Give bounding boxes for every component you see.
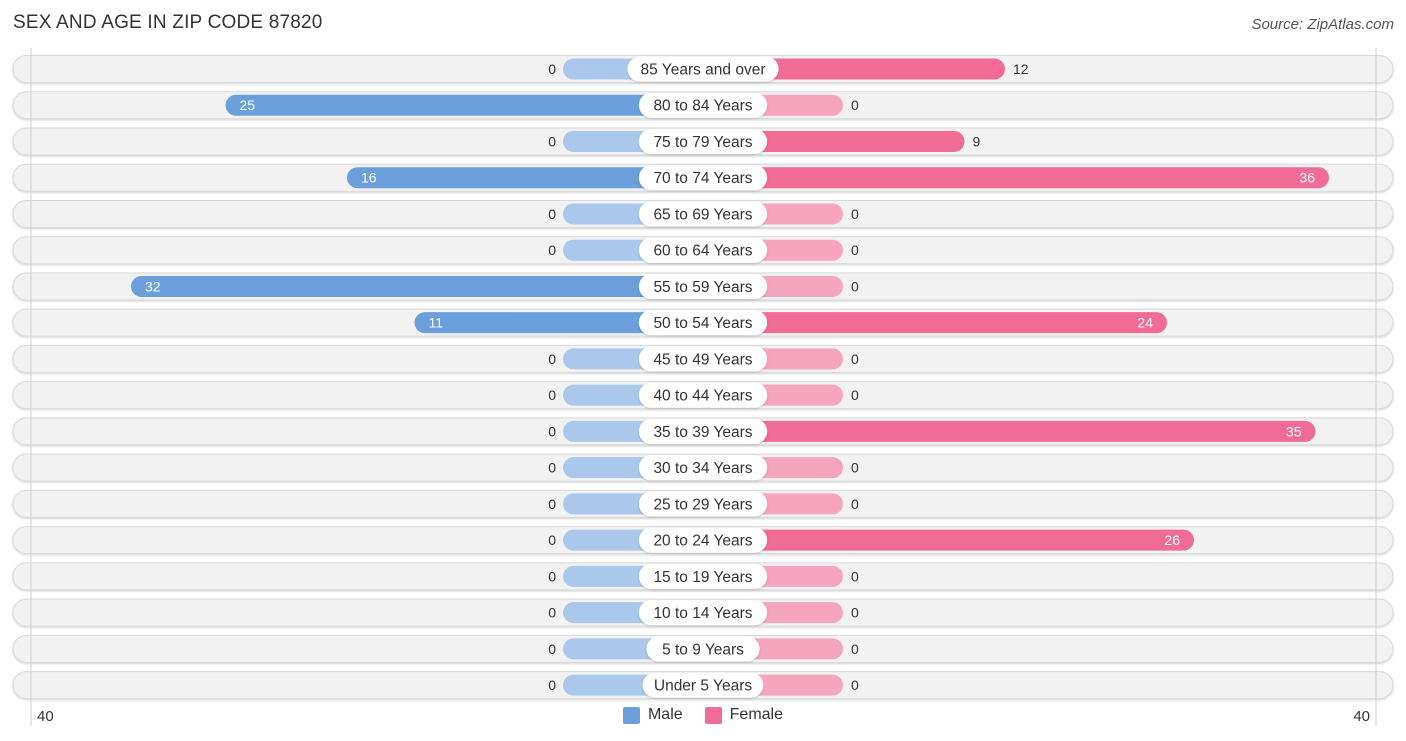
category-label: Under 5 Years [654,678,752,695]
legend-label-male: Male [647,706,683,723]
category-label: 30 to 34 Years [653,460,752,477]
female-value-label: 0 [851,242,859,258]
legend-label-female: Female [729,706,784,723]
male-value-label: 0 [548,133,556,149]
male-bar [131,275,703,297]
female-value-label: 0 [851,605,859,621]
male-value-label: 0 [548,568,556,584]
legend-swatch-female [704,706,722,724]
category-label: 80 to 84 Years [653,98,752,115]
category-label: 20 to 24 Years [653,533,752,550]
female-value-label: 0 [851,641,859,657]
female-value-label: 9 [973,133,981,149]
male-value-label: 16 [361,170,377,186]
female-value-label: 0 [851,677,859,693]
category-label: 5 to 9 Years [662,641,744,658]
female-value-label: 0 [851,568,859,584]
legend-swatch-male [622,706,640,724]
female-value-label: 0 [851,387,859,403]
male-value-label: 0 [548,605,556,621]
female-bar [703,420,1316,442]
male-value-label: 0 [548,496,556,512]
male-value-label: 0 [548,460,556,476]
male-value-label: 0 [548,532,556,548]
male-value-label: 11 [429,315,444,331]
female-value-label: 0 [851,460,859,476]
male-value-label: 25 [240,97,256,113]
female-value-label: 0 [851,496,859,512]
female-bar [703,167,1329,189]
male-value-label: 0 [548,351,556,367]
population-pyramid-chart: 85 Years and over 0 12 80 to 84 Years 25 0 75 … [12,48,1394,726]
female-value-label: 36 [1299,170,1315,186]
category-label: 25 to 29 Years [653,496,752,513]
female-value-label: 0 [851,351,859,367]
male-value-label: 0 [548,387,556,403]
legend-item-male[interactable]: Male [622,706,683,724]
male-value-label: 0 [548,206,556,222]
female-value-label: 0 [851,278,859,294]
male-value-label: 0 [548,242,556,258]
female-value-label: 26 [1164,532,1180,548]
female-value-label: 35 [1286,423,1302,439]
category-label: 65 to 69 Years [653,206,752,223]
category-label: 75 to 79 Years [653,134,752,151]
male-value-label: 0 [548,423,556,439]
category-label: 35 to 39 Years [653,424,752,441]
category-label: 40 to 44 Years [653,388,752,405]
female-value-label: 0 [851,97,859,113]
category-label: 85 Years and over [641,62,766,79]
male-value-label: 0 [548,61,556,77]
male-value-label: 32 [145,278,161,294]
male-value-label: 0 [548,641,556,657]
female-value-label: 0 [851,206,859,222]
legend: Male Female [0,706,1406,724]
category-label: 70 to 74 Years [653,170,752,187]
female-bar [703,529,1194,551]
category-label: 10 to 14 Years [653,605,752,622]
category-label: 15 to 19 Years [653,569,752,586]
male-bar [225,94,703,116]
male-value-label: 0 [548,677,556,693]
female-bar [703,312,1167,334]
category-label: 55 to 59 Years [653,279,752,296]
category-label: 50 to 54 Years [653,315,752,332]
female-value-label: 12 [1013,61,1029,77]
legend-item-female[interactable]: Female [704,706,784,724]
category-label: 45 to 49 Years [653,351,752,368]
female-value-label: 24 [1137,315,1153,331]
category-label: 60 to 64 Years [653,243,752,260]
